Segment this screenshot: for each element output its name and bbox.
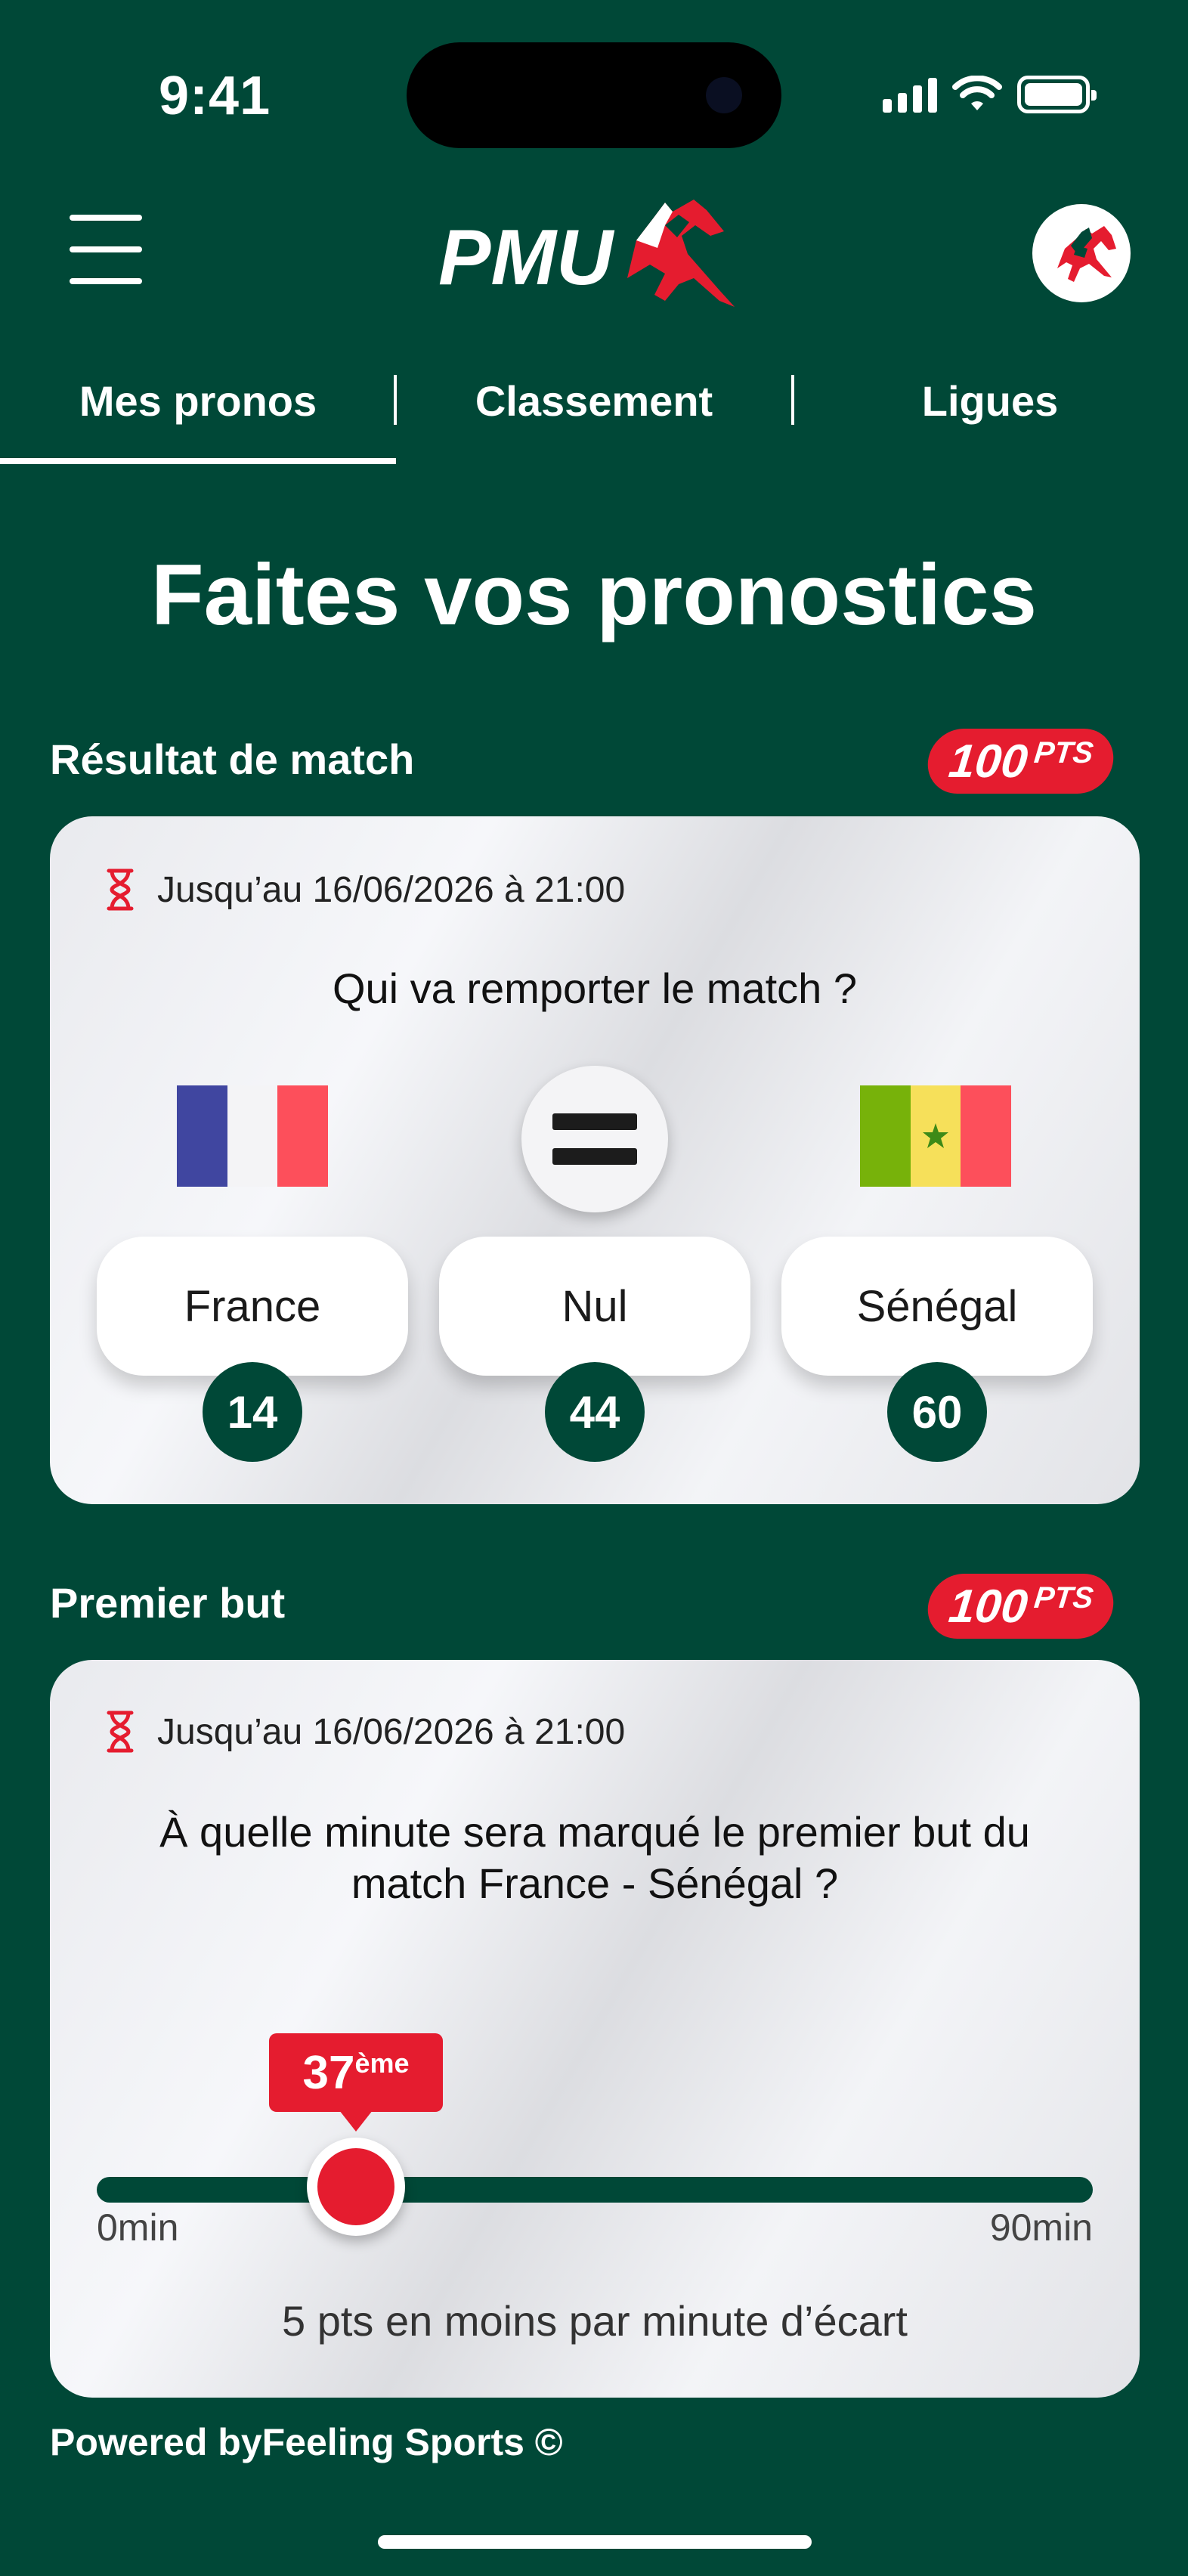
hourglass-icon	[107, 868, 134, 911]
avatar-button[interactable]	[1032, 204, 1131, 302]
points-badge: 100 PTS	[924, 1574, 1117, 1639]
cellular-signal-icon	[883, 76, 937, 113]
status-time: 9:41	[159, 66, 271, 126]
question-text: À quelle minute sera marqué le premier b…	[50, 1807, 1140, 1910]
powered-by-text: Powered byFeeling Sports ©	[50, 2421, 563, 2463]
tab-ligues[interactable]: Ligues	[792, 363, 1188, 469]
deadline-text: Jusqu’au 16/06/2026 à 21:00	[157, 1711, 626, 1752]
hamburger-menu-button[interactable]	[70, 215, 142, 284]
points-value: 100	[946, 1580, 1031, 1633]
section-label-match-result: Résultat de match	[50, 735, 415, 783]
horse-rider-icon	[1057, 226, 1116, 282]
slider-value-suffix: ème	[354, 2048, 410, 2079]
points-unit: PTS	[1032, 1581, 1095, 1615]
slider-min-label: 0min	[97, 2206, 179, 2249]
page-title: Faites vos pronostics	[150, 547, 1037, 643]
choice-senegal-button[interactable]: Sénégal	[781, 1237, 1093, 1376]
tab-mes-pronos[interactable]: Mes pronos	[0, 363, 396, 469]
pmu-horse-logo-icon: PMU	[438, 200, 735, 307]
pmu-logo: PMU	[438, 195, 756, 308]
points-badge: 100 PTS	[924, 729, 1117, 794]
dynamic-island	[407, 42, 781, 148]
deadline: Jusqu’au 16/06/2026 à 21:00	[104, 1710, 625, 1754]
choice-france-button[interactable]: France	[97, 1237, 408, 1376]
france-flag-icon	[177, 1085, 329, 1187]
tab-bar: Mes pronos Classement Ligues	[0, 363, 1188, 469]
vote-count-draw: 44	[545, 1362, 645, 1462]
minute-slider-thumb[interactable]	[307, 2138, 405, 2236]
tab-divider	[394, 375, 397, 425]
scoring-note: 5 pts en moins par minute d’écart	[282, 2297, 908, 2345]
match-result-card: Jusqu’au 16/06/2026 à 21:00 Qui va rempo…	[50, 816, 1140, 1504]
first-goal-card: Jusqu’au 16/06/2026 à 21:00 À quelle min…	[50, 1660, 1140, 2398]
slider-value: 37	[302, 2046, 355, 2099]
wifi-icon	[952, 76, 1002, 110]
slider-value-tooltip: 37 ème	[269, 2033, 443, 2132]
senegal-flag-icon	[860, 1085, 1012, 1187]
svg-text:PMU: PMU	[438, 214, 615, 302]
question-line: À quelle minute sera marqué le premier b…	[159, 1808, 1030, 1856]
vote-count-senegal: 60	[887, 1362, 987, 1462]
slider-max-label: 90min	[989, 2206, 1093, 2249]
vote-count-france: 14	[203, 1362, 302, 1462]
home-indicator[interactable]	[378, 2535, 812, 2549]
star-icon	[923, 1123, 948, 1148]
equals-icon	[521, 1066, 668, 1212]
section-label-first-goal: Premier but	[50, 1579, 286, 1627]
camera-icon	[706, 77, 742, 113]
status-icons	[883, 76, 1097, 113]
minute-slider-track[interactable]	[97, 2177, 1093, 2203]
points-unit: PTS	[1032, 735, 1095, 769]
hourglass-icon	[107, 1711, 134, 1753]
question-line: match France - Sénégal ?	[351, 1859, 839, 1908]
deadline-text: Jusqu’au 16/06/2026 à 21:00	[157, 869, 626, 910]
battery-icon	[1017, 76, 1097, 113]
tab-divider	[791, 375, 794, 425]
deadline: Jusqu’au 16/06/2026 à 21:00	[104, 868, 625, 912]
tab-classement[interactable]: Classement	[396, 363, 792, 469]
points-value: 100	[946, 735, 1031, 788]
question-text: Qui va remporter le match ?	[332, 964, 858, 1012]
choice-draw-button[interactable]: Nul	[439, 1237, 750, 1376]
